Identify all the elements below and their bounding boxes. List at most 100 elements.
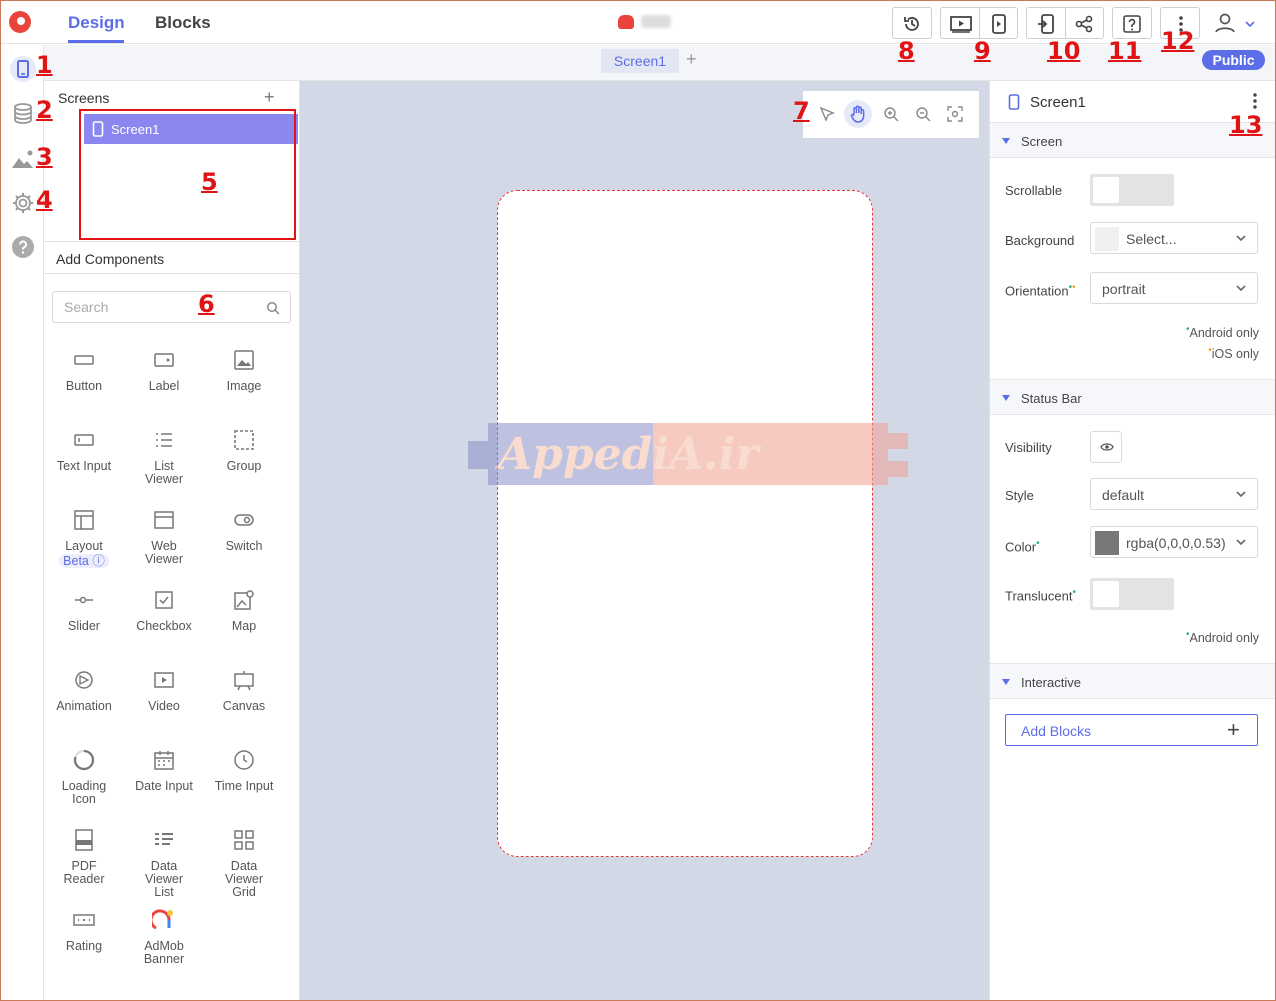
component-image[interactable]: Image — [205, 348, 283, 393]
component-rating[interactable]: Rating — [45, 908, 123, 953]
orientation-select-value: portrait — [1102, 281, 1146, 297]
component-admob-banner[interactable]: AdMob Banner — [125, 908, 203, 966]
device-preview-icon[interactable] — [991, 14, 1007, 34]
component-text-input[interactable]: Text Input — [45, 428, 123, 473]
component-label[interactable]: Label — [125, 348, 203, 393]
add-blocks-button[interactable]: Add Blocks + — [1005, 714, 1258, 746]
component-data-viewer-list[interactable]: Data Viewer List — [125, 828, 203, 899]
hand-pan-button[interactable] — [844, 100, 872, 128]
component-loading-icon[interactable]: Loading Icon — [45, 748, 123, 806]
section-interactive[interactable]: Interactive — [990, 663, 1275, 699]
component-animation[interactable]: Animation — [45, 668, 123, 713]
phone-screen-preview[interactable] — [497, 190, 873, 857]
component-layout[interactable]: Layout Beta ⓘ — [45, 508, 123, 568]
component-search-input[interactable] — [53, 292, 253, 322]
component-label: Data Viewer List — [145, 859, 183, 899]
component-web-viewer[interactable]: Web Viewer — [125, 508, 203, 566]
export-device-icon[interactable] — [1037, 14, 1055, 34]
chevron-down-icon — [1245, 21, 1255, 28]
translucent-toggle[interactable] — [1090, 578, 1174, 610]
zoom-out-icon[interactable] — [915, 106, 931, 122]
rail-screens-button[interactable] — [10, 56, 36, 82]
share-icon[interactable] — [1075, 14, 1093, 34]
component-list-viewer[interactable]: List Viewer — [125, 428, 203, 486]
android-only-note: •Android only — [1185, 324, 1259, 341]
active-tab-indicator — [68, 40, 124, 43]
orientation-label: Orientation•• — [1005, 282, 1076, 299]
component-label: Label — [148, 379, 180, 393]
color-select-value: rgba(0,0,0,0.53) — [1126, 535, 1226, 551]
app-logo[interactable] — [9, 11, 31, 33]
divider — [44, 273, 300, 274]
public-badge[interactable]: Public — [1202, 50, 1265, 70]
rail-help-button[interactable] — [10, 234, 36, 260]
add-blocks-label: Add Blocks — [1021, 723, 1092, 739]
component-group[interactable]: Group — [205, 428, 283, 473]
background-select[interactable]: Select... — [1090, 222, 1258, 254]
project-name-blurred[interactable] — [641, 15, 671, 28]
component-data-viewer-grid[interactable]: Data Viewer Grid — [205, 828, 283, 899]
visibility-toggle-button[interactable] — [1090, 431, 1122, 463]
component-pdf-reader[interactable]: PDF Reader — [45, 828, 123, 886]
history-button[interactable] — [892, 7, 932, 39]
account-menu[interactable] — [1214, 12, 1258, 34]
design-canvas[interactable]: AppediA.ir — [300, 81, 989, 1000]
add-screen-button[interactable]: + — [264, 87, 275, 108]
background-swatch — [1095, 227, 1119, 251]
component-label: Video — [148, 699, 180, 713]
chevron-down-icon — [1236, 285, 1246, 292]
question-circle-icon — [12, 236, 34, 258]
style-select[interactable]: default — [1090, 478, 1258, 510]
component-label: Image — [226, 379, 262, 393]
vertical-dots-icon[interactable] — [1252, 92, 1258, 110]
annotation-number: 7 — [793, 97, 810, 125]
plus-icon: + — [1227, 717, 1240, 742]
orientation-select[interactable]: portrait — [1090, 272, 1258, 304]
loading-icon — [73, 749, 95, 771]
component-switch[interactable]: Switch — [205, 508, 283, 553]
add-screen-tab-button[interactable]: + — [686, 49, 697, 70]
section-status-bar-label: Status Bar — [1021, 391, 1082, 406]
component-map[interactable]: Map — [205, 588, 283, 633]
tab-design[interactable]: Design — [68, 13, 125, 33]
color-select[interactable]: rgba(0,0,0,0.53) — [1090, 526, 1258, 558]
component-label: Group — [226, 459, 262, 473]
section-status-bar[interactable]: Status Bar — [990, 379, 1275, 415]
switch-icon — [234, 514, 254, 526]
canvas-icon — [234, 671, 254, 691]
history-icon — [904, 17, 919, 31]
component-checkbox[interactable]: Checkbox — [125, 588, 203, 633]
watermark-text: AppediA.ir — [494, 429, 761, 480]
component-canvas[interactable]: Canvas — [205, 668, 283, 713]
annotation-number: 11 — [1108, 37, 1142, 65]
background-select-value: Select... — [1126, 231, 1177, 247]
component-date-input[interactable]: Date Input — [125, 748, 203, 793]
help-button[interactable] — [1112, 7, 1152, 39]
scrollable-toggle[interactable] — [1090, 174, 1174, 206]
admob-icon — [152, 909, 173, 930]
rail-settings-button[interactable] — [10, 190, 36, 216]
fit-screen-icon[interactable] — [947, 106, 963, 122]
rail-assets-button[interactable] — [10, 146, 36, 172]
component-button[interactable]: Button — [45, 348, 123, 393]
pointer-select-icon[interactable] — [819, 106, 835, 122]
zoom-in-icon[interactable] — [883, 106, 899, 122]
component-slider[interactable]: Slider — [45, 588, 123, 633]
section-interactive-label: Interactive — [1021, 675, 1081, 690]
screen-tab-screen1[interactable]: Screen1 — [601, 49, 679, 73]
database-icon — [14, 103, 32, 124]
translucent-label: Translucent• — [1005, 587, 1076, 604]
mountain-image-icon — [12, 150, 33, 168]
annotation-number: 12 — [1161, 27, 1195, 55]
rail-database-button[interactable] — [10, 101, 36, 127]
beta-badge: Beta ⓘ — [59, 554, 109, 568]
properties-panel: Screen1 Screen Scrollable Background Sel… — [989, 81, 1275, 1000]
preview-play-icon[interactable] — [950, 14, 972, 34]
caret-down-icon — [1002, 395, 1010, 401]
component-video[interactable]: Video — [125, 668, 203, 713]
help-icon — [1123, 15, 1141, 33]
tab-blocks[interactable]: Blocks — [155, 13, 211, 33]
export-share-buttons — [1026, 7, 1104, 39]
component-time-input[interactable]: Time Input — [205, 748, 283, 793]
map-icon — [234, 590, 254, 610]
